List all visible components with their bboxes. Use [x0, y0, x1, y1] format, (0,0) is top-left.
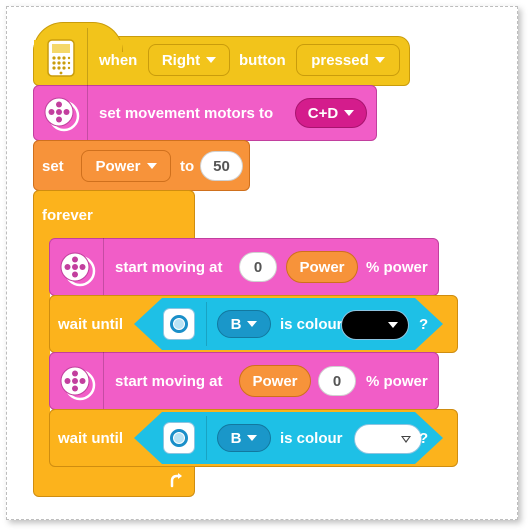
motors-dropdown-label: C+D	[307, 104, 339, 122]
motor-icon	[60, 252, 96, 287]
move-label: start moving at	[115, 373, 223, 390]
forever-arm	[33, 238, 50, 460]
button-dropdown[interactable]: Right	[148, 44, 230, 76]
chevron-down-icon	[206, 57, 217, 63]
port-dropdown[interactable]: B	[217, 424, 271, 452]
chevron-down-icon	[401, 436, 411, 443]
chevron-down-icon	[146, 163, 157, 169]
percent-power-label: % power	[366, 259, 428, 276]
is-colour-label: is colour	[280, 430, 343, 447]
chevron-down-icon	[247, 435, 258, 441]
button-dropdown-label: Right	[161, 51, 201, 69]
move-label: start moving at	[115, 259, 223, 276]
colour-dropdown[interactable]	[354, 424, 422, 454]
wait-until-label: wait until	[58, 316, 123, 333]
motor-icon-box	[49, 238, 104, 296]
motor-icon	[44, 97, 80, 132]
chevron-down-icon	[388, 322, 398, 328]
condition-divider	[206, 416, 207, 460]
value-input-text: 50	[213, 157, 230, 175]
variable-dropdown[interactable]: Power	[81, 150, 171, 182]
right-speed-text: 0	[332, 372, 342, 390]
motor-icon-box	[49, 352, 104, 410]
color-sensor-icon	[163, 422, 195, 454]
wait-until-label: wait until	[58, 430, 123, 447]
port-dropdown-label: B	[230, 315, 242, 333]
state-dropdown[interactable]: pressed	[296, 44, 400, 76]
power-reporter[interactable]: Power	[239, 365, 311, 397]
motor-icon-box	[33, 85, 88, 141]
right-speed-input[interactable]: 0	[318, 366, 356, 396]
forever-label: forever	[42, 207, 93, 224]
condition-divider	[206, 302, 207, 346]
color-sensor-icon	[163, 308, 195, 340]
colour-dropdown[interactable]	[341, 310, 409, 340]
question-mark: ?	[419, 430, 429, 447]
when-label: when	[99, 52, 138, 69]
set-motors-label: set movement motors to	[99, 105, 274, 122]
value-input[interactable]: 50	[200, 151, 243, 181]
port-dropdown-label: B	[230, 429, 242, 447]
loop-arrow-icon	[170, 473, 182, 488]
hub-icon	[47, 39, 75, 77]
is-colour-label: is colour	[280, 316, 343, 333]
power-reporter-text: Power	[299, 258, 345, 276]
to-label: to	[180, 158, 195, 175]
chevron-down-icon	[374, 57, 385, 63]
state-dropdown-label: pressed	[311, 51, 369, 69]
hub-icon-box	[33, 28, 88, 86]
button-label: button	[239, 52, 286, 69]
question-mark: ?	[419, 316, 429, 333]
motor-icon	[60, 366, 96, 401]
chevron-down-icon	[344, 110, 355, 116]
chevron-down-icon	[247, 321, 258, 327]
power-reporter[interactable]: Power	[286, 251, 358, 283]
percent-power-label: % power	[366, 373, 428, 390]
power-reporter-text: Power	[252, 372, 298, 390]
left-speed-input[interactable]: 0	[239, 252, 277, 282]
motors-dropdown[interactable]: C+D	[295, 98, 367, 128]
set-label: set	[42, 158, 64, 175]
variable-dropdown-label: Power	[95, 157, 141, 175]
port-dropdown[interactable]: B	[217, 310, 271, 338]
left-speed-text: 0	[253, 258, 263, 276]
